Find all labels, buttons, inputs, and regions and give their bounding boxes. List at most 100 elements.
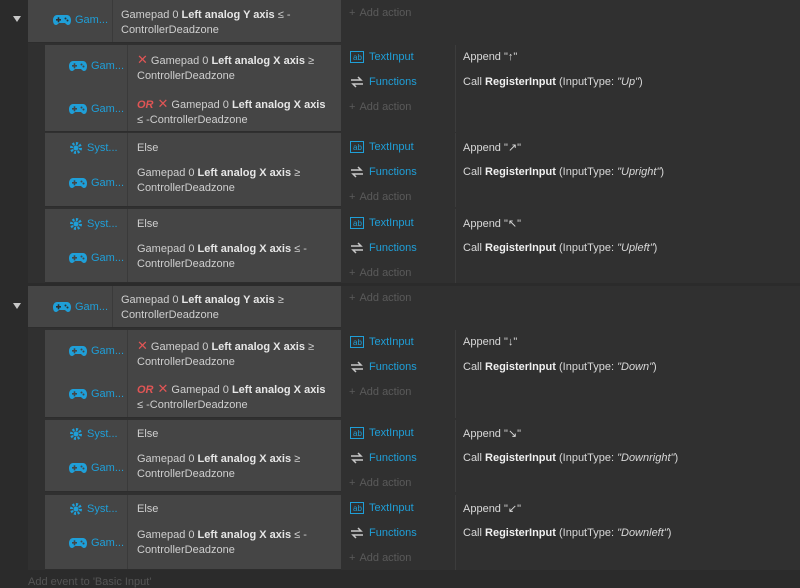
condition-text: Gamepad 0 Left analog X axis ≤ - Controll… <box>137 243 307 270</box>
condition-text: ✕ Gamepad 0 Left analog X axis ≥ Controlle… <box>137 52 315 82</box>
invert-x-icon: ✕ <box>157 381 169 396</box>
action-textinput[interactable]: ab TextInput <box>350 51 414 63</box>
add-action-button[interactable]: + Add action <box>349 267 411 279</box>
parent-condition-2[interactable]: Gam... Gamepad 0 Left analog Y axis ≥ Con… <box>28 286 341 328</box>
add-action-button[interactable]: + Add action <box>349 7 411 19</box>
action-functions[interactable]: Functions <box>350 242 417 254</box>
action-desc-call: Call RegisterInput (InputType: "Upright"… <box>463 166 665 178</box>
action-desc-append: Append "↑" <box>463 51 518 63</box>
else-text: Else <box>137 218 159 230</box>
gamepad-icon <box>53 15 71 25</box>
action-functions[interactable]: Functions <box>350 527 417 539</box>
add-event-link[interactable]: Add event to 'Basic Input' <box>28 576 151 588</box>
sub-condition-upleft[interactable]: Syst... Gam... Else Gamepad 0 Left analo… <box>45 209 341 283</box>
condition-text: Gamepad 0 Left analog Y axis ≥ Controller… <box>121 294 284 321</box>
svg-text:ab: ab <box>353 338 362 347</box>
add-action-button[interactable]: + Add action <box>349 292 411 304</box>
condition-text: ✕ Gamepad 0 Left analog X axis ≥ Controlle… <box>137 338 315 368</box>
action-desc-call: Call RegisterInput (InputType: "Downrigh… <box>463 452 679 464</box>
sub-condition-upright[interactable]: Syst... Gam... Else Gamepad 0 Left analo… <box>45 133 341 207</box>
action-functions[interactable]: Functions <box>350 76 417 88</box>
condition-text: Gamepad 0 Left analog X axis ≥ Controller… <box>137 453 301 480</box>
add-action-button[interactable]: + Add action <box>349 101 411 113</box>
action-desc-append: Append "↖" <box>463 218 522 230</box>
condition-label-box: Gam... <box>28 0 113 42</box>
action-textinput[interactable]: ab TextInput <box>350 427 414 439</box>
condition-label-box: Gam... <box>28 286 113 327</box>
action-functions[interactable]: Functions <box>350 452 417 464</box>
action-functions[interactable]: Functions <box>350 361 417 373</box>
functions-icon <box>351 242 363 254</box>
gear-icon <box>70 142 82 154</box>
functions-icon <box>351 166 363 178</box>
or-condition-text: OR ✕ Gamepad 0 Left analog X axis ≤ -Contro… <box>137 96 326 126</box>
svg-text:ab: ab <box>353 53 362 62</box>
gamepad-icon <box>69 61 87 71</box>
action-functions[interactable]: Functions <box>350 166 417 178</box>
system-label: Syst... <box>69 141 118 155</box>
gamepad-label: Gam... <box>69 388 124 400</box>
gear-icon <box>70 503 82 515</box>
condition-label-box: Syst... Gam... <box>45 133 128 206</box>
action-textinput[interactable]: ab TextInput <box>350 336 414 348</box>
gamepad-label: Gam... <box>53 14 108 26</box>
action-textinput[interactable]: ab TextInput <box>350 141 414 153</box>
gear-icon <box>70 428 82 440</box>
action-desc-append: Append "↗" <box>463 142 522 154</box>
action-desc-append: Append "↙" <box>463 503 522 515</box>
text-input-icon: ab <box>350 217 364 229</box>
else-text: Else <box>137 503 159 515</box>
collapse-toggle-1[interactable] <box>13 16 21 22</box>
invert-x-icon: ✕ <box>137 338 148 353</box>
text-input-icon: ab <box>350 336 364 348</box>
action-textinput[interactable]: ab TextInput <box>350 217 414 229</box>
action-desc-append: Append "↘" <box>463 428 522 440</box>
action-desc-append: Append "↓" <box>463 336 518 348</box>
system-label: Syst... <box>69 217 118 231</box>
add-action-button[interactable]: + Add action <box>349 386 411 398</box>
sub-condition-down[interactable]: Gam... Gam... ✕ Gamepad 0 Left analog X a… <box>45 330 341 418</box>
gamepad-icon <box>69 104 87 114</box>
action-separator <box>455 133 456 207</box>
action-textinput[interactable]: ab TextInput <box>350 502 414 514</box>
functions-icon <box>351 452 363 464</box>
system-label: Syst... <box>69 502 118 516</box>
sub-condition-up[interactable]: Gam... Gam... ✕ Gamepad 0 Left analog X a… <box>45 45 341 132</box>
functions-icon <box>351 76 363 88</box>
text-input-icon: ab <box>350 502 364 514</box>
action-separator <box>455 495 456 570</box>
add-action-button[interactable]: + Add action <box>349 552 411 564</box>
action-desc-call: Call RegisterInput (InputType: "Down") <box>463 361 657 373</box>
add-action-button[interactable]: + Add action <box>349 191 411 203</box>
add-action-button[interactable]: + Add action <box>349 477 411 489</box>
condition-label-box: Gam... Gam... <box>45 330 128 417</box>
gamepad-icon <box>69 463 87 473</box>
gamepad-icon <box>69 389 87 399</box>
gamepad-icon <box>69 538 87 548</box>
gamepad-label: Gam... <box>69 537 124 549</box>
parent-condition-1[interactable]: Gam... Gamepad 0 Left analog Y axis ≤ -C… <box>28 0 341 43</box>
gamepad-icon <box>53 302 71 312</box>
svg-text:ab: ab <box>353 429 362 438</box>
gamepad-label: Gam... <box>69 177 124 189</box>
condition-text: Gamepad 0 Left analog X axis ≥ Controller… <box>137 167 301 194</box>
action-desc-call: Call RegisterInput (InputType: "Up") <box>463 76 643 88</box>
collapse-toggle-2[interactable] <box>13 303 21 309</box>
functions-icon <box>351 361 363 373</box>
svg-text:ab: ab <box>353 219 362 228</box>
condition-label-box: Gam... Gam... <box>45 45 128 131</box>
invert-x-icon: ✕ <box>157 96 169 111</box>
invert-x-icon: ✕ <box>137 52 148 67</box>
sub-condition-downleft[interactable]: Syst... Gam... Else Gamepad 0 Left analo… <box>45 495 341 570</box>
system-label: Syst... <box>69 427 118 441</box>
condition-text: Gamepad 0 Left analog Y axis ≤ - Controll… <box>121 9 291 36</box>
gamepad-label: Gam... <box>69 103 124 115</box>
or-condition-text: OR ✕ Gamepad 0 Left analog X axis ≤ -Contro… <box>137 381 326 411</box>
action-separator <box>455 45 456 132</box>
gamepad-icon <box>69 253 87 263</box>
action-separator <box>455 209 456 283</box>
sub-condition-downright[interactable]: Syst... Gam... Else Gamepad 0 Left analo… <box>45 420 341 492</box>
svg-text:ab: ab <box>353 143 362 152</box>
action-desc-call: Call RegisterInput (InputType: "Upleft") <box>463 242 658 254</box>
svg-text:ab: ab <box>353 504 362 513</box>
